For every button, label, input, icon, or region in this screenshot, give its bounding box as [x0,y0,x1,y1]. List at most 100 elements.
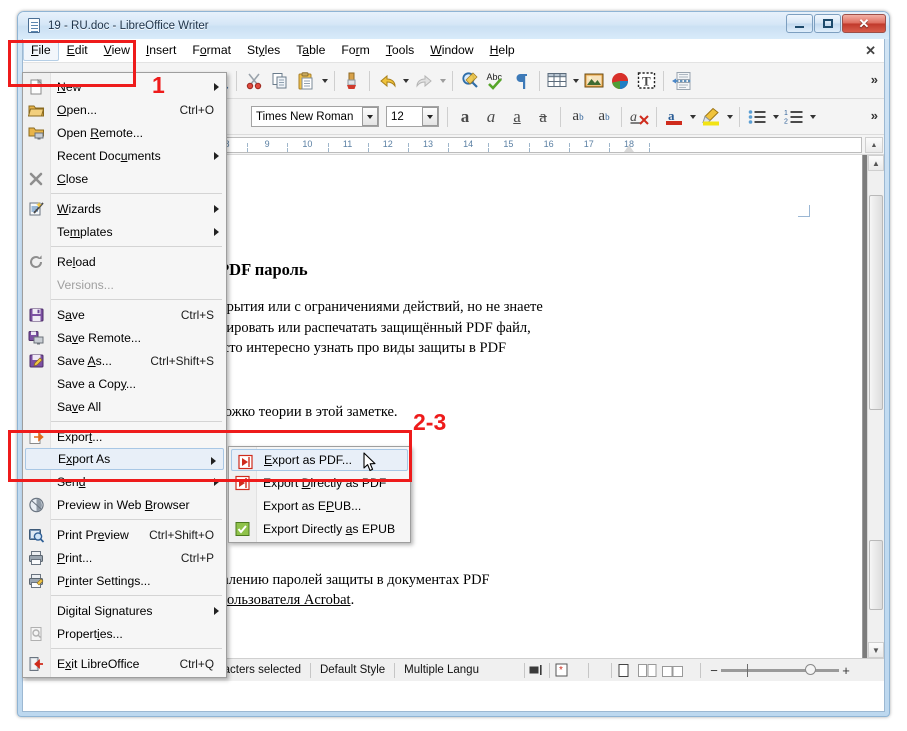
language-status[interactable]: Multiple Langu [395,664,488,676]
file-menu-item-export[interactable]: Export... [23,425,226,448]
redo-dropdown-icon[interactable] [437,68,448,94]
file-menu-item-save-all[interactable]: Save All [23,395,226,418]
maximize-button[interactable] [814,14,841,33]
file-menu-item-printer-settings[interactable]: Printer Settings... [23,569,226,592]
menu-edit[interactable]: Edit [59,40,96,61]
page-style-status[interactable]: Default Style [311,664,394,676]
spelling-icon[interactable]: Abc [483,68,509,94]
copy-icon[interactable] [267,68,293,94]
vertical-scrollbar-thumb[interactable] [869,195,883,410]
zoom-in-button[interactable]: + [839,663,853,678]
insert-textbox-icon[interactable]: T [633,68,659,94]
scroll-up-button[interactable]: ▲ [865,137,883,153]
right-indent-marker[interactable] [624,145,634,152]
paste-icon[interactable] [293,68,319,94]
menu-help[interactable]: Help [482,40,523,61]
clear-formatting-icon[interactable]: a [626,104,652,130]
menu-window[interactable]: Window [422,40,481,61]
export-submenu-item-export-directly-as-pdf[interactable]: Export Directly as PDF [229,471,410,494]
formatting-marks-icon[interactable] [509,68,535,94]
menu-tools[interactable]: Tools [378,40,422,61]
menu-format[interactable]: Format [184,40,239,61]
strikethrough-icon[interactable]: a [530,104,556,130]
multi-page-view-icon[interactable] [636,662,660,678]
zoom-out-button[interactable]: − [707,663,721,678]
superscript-icon[interactable]: ab [565,104,591,130]
single-page-view-icon[interactable] [612,662,636,678]
subscript-icon[interactable]: ab [591,104,617,130]
menu-view[interactable]: View [96,40,138,61]
file-menu-item-reload[interactable]: Reload [23,250,226,273]
zoom-track[interactable] [720,663,839,677]
file-menu-item-save-as[interactable]: Save As... Ctrl+Shift+S [23,349,226,372]
close-button[interactable]: ✕ [842,14,886,33]
highlight-color-icon[interactable] [698,104,724,130]
file-menu-item-save-remote[interactable]: Save Remote... [23,326,226,349]
file-menu-item-templates[interactable]: Templates [23,220,226,243]
scroll-down-arrow[interactable]: ▼ [868,642,884,658]
minimize-button[interactable] [786,14,813,33]
menu-insert[interactable]: Insert [138,40,185,61]
menu-form[interactable]: Form [333,40,377,61]
file-menu-item-send[interactable]: Send [23,470,226,493]
export-submenu-item-export-directly-as-epub[interactable]: Export Directly as EPUB [229,517,410,540]
vertical-scrollbar[interactable]: ▲ ▼ [867,155,884,658]
file-menu-item-open-remote[interactable]: Open Remote... [23,121,226,144]
bold-icon[interactable]: a [452,104,478,130]
export-as-submenu[interactable]: Export as PDF... Export Directly as PDF Ex… [228,446,411,543]
find-replace-icon[interactable] [457,68,483,94]
menu-file[interactable]: File [23,40,59,61]
file-menu-dropdown[interactable]: New Open... Ctrl+O Open Remote... Recent Doc… [22,72,227,678]
italic-icon[interactable]: a [478,104,504,130]
font-name-combo[interactable]: Times New Roman [251,106,379,127]
ordered-list-dropdown-icon[interactable] [807,104,818,130]
zoom-slider[interactable]: − + [707,663,853,678]
file-menu-item-wizards[interactable]: Wizards [23,197,226,220]
close-document-icon[interactable]: ✕ [865,43,876,59]
cut-icon[interactable] [241,68,267,94]
undo-dropdown-icon[interactable] [400,68,411,94]
menu-table[interactable]: Table [288,40,333,61]
font-color-dropdown-icon[interactable] [687,104,698,130]
unordered-list-dropdown-icon[interactable] [770,104,781,130]
export-submenu-item-export-as-pdf[interactable]: Export as PDF... [231,449,408,471]
file-menu-item-properties[interactable]: Properties... [23,622,226,645]
file-menu-item-recent-documents[interactable]: Recent Documents [23,144,226,167]
highlight-color-dropdown-icon[interactable] [724,104,735,130]
book-view-icon[interactable] [660,662,686,678]
insert-table-icon[interactable] [544,68,570,94]
file-menu-item-print[interactable]: Print... Ctrl+P [23,546,226,569]
table-dropdown-icon[interactable] [570,68,581,94]
insert-image-icon[interactable] [581,68,607,94]
ordered-list-icon[interactable]: 1 2 [781,104,807,130]
file-menu-item-preview-in-web-browser[interactable]: Preview in Web Browser [23,493,226,516]
file-menu-item-export-as[interactable]: Export As [25,448,224,470]
file-menu-item-exit-libreoffice[interactable]: Exit LibreOffice Ctrl+Q [23,652,226,675]
font-name-dropdown-icon[interactable] [362,107,378,126]
standard-toolbar-overflow[interactable]: » [871,72,878,87]
font-color-icon[interactable]: a [661,104,687,130]
zoom-thumb[interactable] [804,663,816,675]
font-size-combo[interactable]: 12 [386,106,439,127]
file-menu-item-digital-signatures[interactable]: Digital Signatures [23,599,226,622]
file-menu-item-new[interactable]: New [23,75,226,98]
file-menu-item-open[interactable]: Open... Ctrl+O [23,98,226,121]
file-menu-item-save[interactable]: Save Ctrl+S [23,303,226,326]
insert-chart-icon[interactable] [607,68,633,94]
formatting-toolbar-overflow[interactable]: » [871,108,878,123]
selection-mode-icon[interactable] [525,662,549,678]
menu-styles[interactable]: Styles [239,40,288,61]
scroll-up-arrow[interactable]: ▲ [868,155,884,171]
insert-page-break-icon[interactable] [668,68,694,94]
underline-icon[interactable]: a [504,104,530,130]
paste-dropdown-icon[interactable] [319,68,330,94]
file-menu-item-close[interactable]: Close [23,167,226,190]
redo-icon[interactable] [411,68,437,94]
vertical-scrollbar-thumb-lower[interactable] [869,540,883,610]
clone-formatting-icon[interactable] [339,68,365,94]
file-menu-item-save-a-copy[interactable]: Save a Copy... [23,372,226,395]
document-modified-icon[interactable]: * [550,662,574,678]
undo-icon[interactable] [374,68,400,94]
export-submenu-item-export-as-epub[interactable]: Export as EPUB... [229,494,410,517]
file-menu-item-print-preview[interactable]: Print Preview Ctrl+Shift+O [23,523,226,546]
